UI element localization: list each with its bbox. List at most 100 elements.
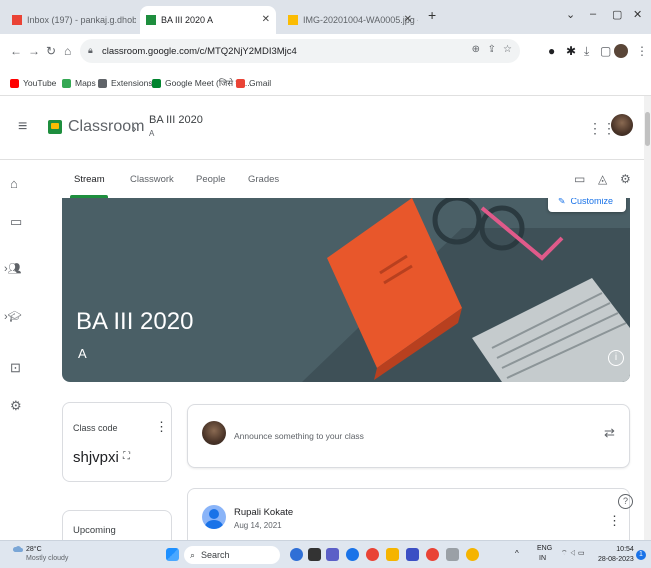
help-icon[interactable]: ? [618,494,633,509]
archived-nav-icon[interactable]: ⊡ [10,360,21,376]
more-options-icon[interactable]: ⋮ [155,419,168,435]
class-name: BA III 2020 [149,114,203,126]
repost-icon[interactable]: ⇄ [604,425,615,441]
author-avatar [202,505,226,529]
app-icon[interactable] [446,548,459,561]
bookmarks-bar: YouTube Maps Extensions Google Meet (जिस… [0,70,651,96]
reload-icon[interactable]: ↻ [46,44,56,58]
calendar-icon[interactable]: ▭ [574,172,585,186]
search-icon: ⌕ [190,549,196,560]
tab-classwork[interactable]: Classwork [130,174,174,185]
settings-nav-icon[interactable]: ⚙ [10,398,22,414]
post-more-icon[interactable]: ⋮ [608,513,621,529]
tab-search-icon[interactable]: ⌄ [566,8,575,21]
opera-icon[interactable] [426,548,439,561]
store-icon[interactable] [406,548,419,561]
class-code-label: Class code [73,423,118,433]
share-icon[interactable]: ⇪ [488,44,496,55]
bookmark-gmail[interactable]: Gmail [236,78,271,88]
sidepanel-icon[interactable]: ▢ [600,44,611,58]
copilot-icon[interactable] [290,548,303,561]
class-settings-icon[interactable]: ⚙ [620,172,631,186]
browser-tab-bar: Inbox (197) - pankaj.g.dhobkar55( BA III… [0,0,651,34]
fullscreen-icon[interactable]: ⛶ [123,451,130,462]
chrome-icon[interactable] [366,548,379,561]
bookmark-extensions[interactable]: Extensions [98,78,153,88]
account-avatar[interactable] [611,114,633,136]
calendar-nav-icon[interactable]: ▭ [10,214,22,230]
class-banner: ✎ Customize BA III 2020 A i [62,198,630,382]
bookmark-youtube[interactable]: YouTube [10,78,56,88]
bookmark-star-icon[interactable]: ☆ [503,44,512,55]
weather-widget[interactable]: 28°C Mostly cloudy [13,545,69,563]
chrome-canary-icon[interactable] [466,548,479,561]
maps-icon [62,78,71,88]
tab-title: IMG-20201004-WA0005.jpg - Goog [303,15,418,25]
browser-tab-gmail[interactable]: Inbox (197) - pankaj.g.dhobkar55( [6,6,136,34]
upcoming-card: Upcoming [62,510,172,540]
close-tab-icon[interactable]: ✕ [404,14,412,25]
tab-stream[interactable]: Stream [74,174,105,185]
main-menu-icon[interactable]: ≡ [18,118,27,136]
close-window-icon[interactable]: ✕ [633,8,642,21]
weather-desc: Mostly cloudy [26,555,69,562]
task-view-icon[interactable] [308,548,321,561]
class-code-value: shjvpxi [73,449,119,466]
cloud-icon [13,546,23,552]
profile-avatar[interactable] [614,44,628,58]
minimize-icon[interactable]: – [590,8,596,20]
youtube-icon [10,78,19,88]
edge-icon[interactable] [346,548,359,561]
classroom-icon [146,15,156,25]
close-tab-icon[interactable]: ✕ [262,14,270,25]
url-bar[interactable]: 🔒︎ classroom.google.com/c/MTQ2NjY2MDI3Mj… [80,39,520,63]
back-icon[interactable]: ← [10,44,22,58]
stream-post: Rupali Kokate Aug 14, 2021 ⋮ [187,488,630,540]
tab-people[interactable]: People [196,174,226,185]
install-icon[interactable]: ⊕ [472,44,480,55]
banner-title: BA III 2020 [76,308,194,335]
browser-menu-icon[interactable]: ⋮ [636,44,648,58]
forward-icon[interactable]: → [28,44,40,58]
scrollbar-thumb[interactable] [645,112,650,146]
puzzle-icon[interactable]: ✱ [566,44,576,58]
drive-folder-icon[interactable]: ◬ [598,172,607,186]
announce-box[interactable]: Announce something to your class ⇄ [187,404,630,468]
extension-icon[interactable]: ● [548,44,555,58]
browser-tab-drive[interactable]: IMG-20201004-WA0005.jpg - Goog ✕ [282,6,418,34]
taskbar-search[interactable]: ⌕ Search [184,546,280,564]
teams-icon[interactable] [326,548,339,561]
tray-chevron-icon[interactable]: ^ [515,549,519,558]
pencil-icon: ✎ [558,198,566,206]
gmail-icon [236,78,245,88]
file-explorer-icon[interactable] [386,548,399,561]
download-icon[interactable]: ⤓ [584,44,589,59]
customize-label: Customize [570,198,614,206]
search-label: Search [201,550,230,560]
home-icon[interactable]: ⌂ [64,44,71,58]
new-tab-button[interactable]: + [428,7,436,23]
tab-title: BA III 2020 A [161,15,214,25]
lock-icon: 🔒︎ [88,45,93,55]
bookmark-maps[interactable]: Maps [62,78,96,88]
clock-time: 10:54 [616,546,634,553]
notification-badge[interactable]: 1 [636,550,646,560]
class-info-icon[interactable]: i [608,350,624,366]
tab-grades[interactable]: Grades [248,174,279,185]
bookmark-label: Gmail [249,78,272,88]
windows-start-icon[interactable] [166,548,179,561]
classroom-logo-icon[interactable] [48,120,62,134]
network-volume-battery-icons[interactable]: ⌔ ◁ ▭ [561,549,585,558]
customize-button[interactable]: ✎ Customize [548,198,626,212]
banner-illustration [302,198,630,382]
class-section: A [149,129,155,138]
scrollbar-track[interactable] [644,96,651,540]
browser-tab-classroom[interactable]: BA III 2020 A ✕ [140,6,276,34]
address-bar-row: ← → ↻ ⌂ 🔒︎ classroom.google.com/c/MTQ2Nj… [0,34,651,70]
teaching-nav-icon[interactable]: ›👥︎ [4,262,22,275]
home-nav-icon[interactable]: ⌂ [10,176,18,191]
maximize-icon[interactable]: ▢ [612,8,622,21]
url-text: classroom.google.com/c/MTQ2NjY2MDI3Mjc4 [102,45,297,57]
clock[interactable]: 10:54 28-08-2023 [598,545,634,565]
enrolled-nav-icon[interactable]: ›🎓︎ [4,310,22,323]
